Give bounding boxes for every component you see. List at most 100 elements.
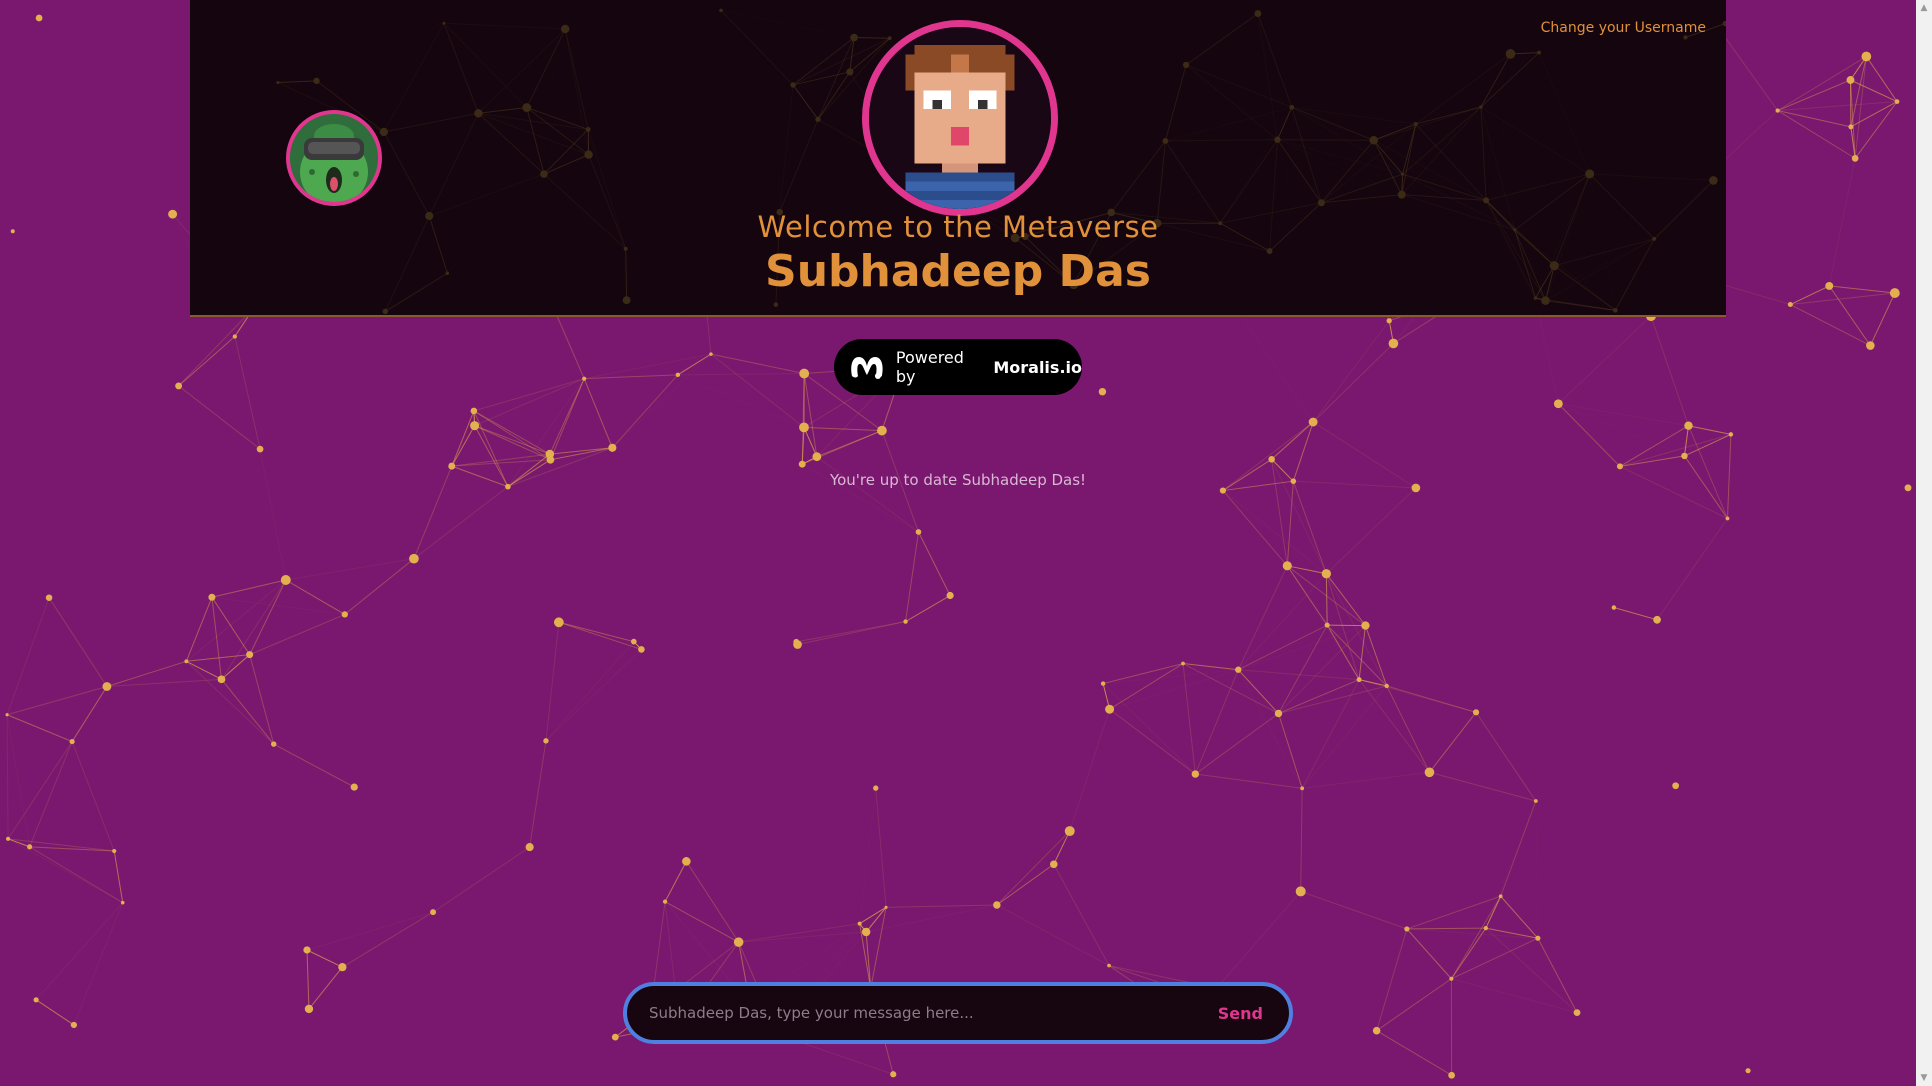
network-link [545, 649, 642, 742]
network-node [733, 937, 744, 947]
network-node [522, 103, 532, 113]
network-link [383, 131, 430, 217]
network-node [5, 713, 9, 717]
network-link [1557, 403, 1621, 467]
message-input[interactable] [627, 1003, 1192, 1023]
network-link [1558, 315, 1652, 405]
network-link [1238, 624, 1328, 671]
network-link [1480, 107, 1487, 201]
network-node [682, 857, 691, 866]
network-node [430, 909, 437, 916]
network-link [478, 112, 589, 130]
network-link [1257, 13, 1278, 140]
network-link [1511, 54, 1590, 174]
network-link [611, 374, 679, 449]
network-link [779, 84, 794, 213]
network-link [1373, 106, 1482, 141]
network-node [1846, 76, 1855, 84]
network-link [564, 28, 589, 130]
network-node [884, 905, 888, 909]
network-node [1681, 452, 1688, 460]
network-node [873, 785, 879, 791]
scrollbar[interactable]: ▲ ▼ [1916, 0, 1932, 1086]
network-node [1274, 709, 1283, 718]
network-node [1889, 288, 1900, 298]
network-link [6, 714, 73, 743]
small-avatar[interactable] [286, 110, 382, 206]
network-node [1424, 767, 1435, 778]
network-node [270, 741, 277, 747]
username-heading: Subhadeep Das [765, 246, 1151, 296]
network-link [1376, 928, 1408, 1031]
network-link [1684, 433, 1732, 457]
network-link [1109, 663, 1184, 710]
network-link [35, 999, 75, 1026]
network-link [1539, 37, 1685, 52]
network-node [1851, 155, 1859, 162]
network-node [120, 900, 125, 905]
network-node [846, 68, 854, 76]
network-node [1709, 176, 1718, 185]
network-link [72, 661, 186, 741]
send-button[interactable]: Send [1192, 1004, 1289, 1023]
network-link [1291, 106, 1403, 175]
network-node [1413, 121, 1418, 127]
network-link [1069, 709, 1111, 832]
network-link [1277, 139, 1374, 141]
network-link [1278, 685, 1387, 714]
network-node [1533, 296, 1538, 300]
network-link [1277, 139, 1403, 175]
network-node [217, 675, 226, 684]
network-node [442, 21, 446, 25]
scroll-up-arrow-icon[interactable]: ▲ [1916, 0, 1932, 16]
network-link [1358, 679, 1477, 713]
network-link [1828, 158, 1856, 287]
network-link [1406, 928, 1452, 980]
network-node [232, 334, 237, 339]
status-message: You're up to date Subhadeep Das! [829, 471, 1087, 489]
network-link [1222, 490, 1327, 575]
network-link [1790, 304, 1871, 347]
network-node [638, 646, 645, 653]
network-node [168, 209, 178, 219]
network-node [1533, 799, 1538, 803]
network-node [560, 24, 570, 34]
scroll-down-arrow-icon[interactable]: ▼ [1916, 1070, 1932, 1086]
network-node [175, 382, 183, 390]
user-avatar[interactable] [862, 20, 1058, 216]
network-link [526, 107, 545, 175]
network-node [608, 443, 617, 452]
network-node [877, 425, 887, 436]
change-username-link[interactable]: Change your Username [1541, 20, 1706, 36]
network-link [1185, 64, 1278, 141]
network-link [1237, 565, 1288, 670]
network-node [1449, 976, 1454, 981]
powered-by-moralis-badge[interactable]: Powered by Moralis.io [834, 339, 1082, 395]
network-link [1302, 771, 1430, 789]
network-link [1216, 891, 1302, 989]
network-link [1182, 663, 1196, 775]
network-link [451, 453, 550, 467]
network-node [1483, 197, 1490, 204]
network-link [1300, 788, 1303, 892]
network-link [816, 456, 919, 533]
network-link [545, 622, 560, 741]
network-link [186, 660, 222, 680]
network-link [1257, 13, 1293, 108]
network-link [221, 614, 344, 679]
network-link [29, 741, 73, 848]
network-node [246, 651, 254, 659]
pixel-person-avatar-icon [869, 27, 1051, 209]
network-node [280, 575, 291, 585]
network-link [186, 654, 250, 662]
network-link [259, 449, 287, 581]
network-link [1406, 895, 1501, 930]
network-link [432, 846, 530, 913]
chat-bar: Send [623, 982, 1293, 1044]
network-node [611, 1033, 619, 1041]
header-banner: Change your Username Welcome to the Meta… [190, 0, 1726, 317]
network-link [1854, 101, 1898, 159]
network-node [1235, 666, 1242, 673]
network-link [710, 353, 805, 428]
network-link [1619, 433, 1732, 467]
